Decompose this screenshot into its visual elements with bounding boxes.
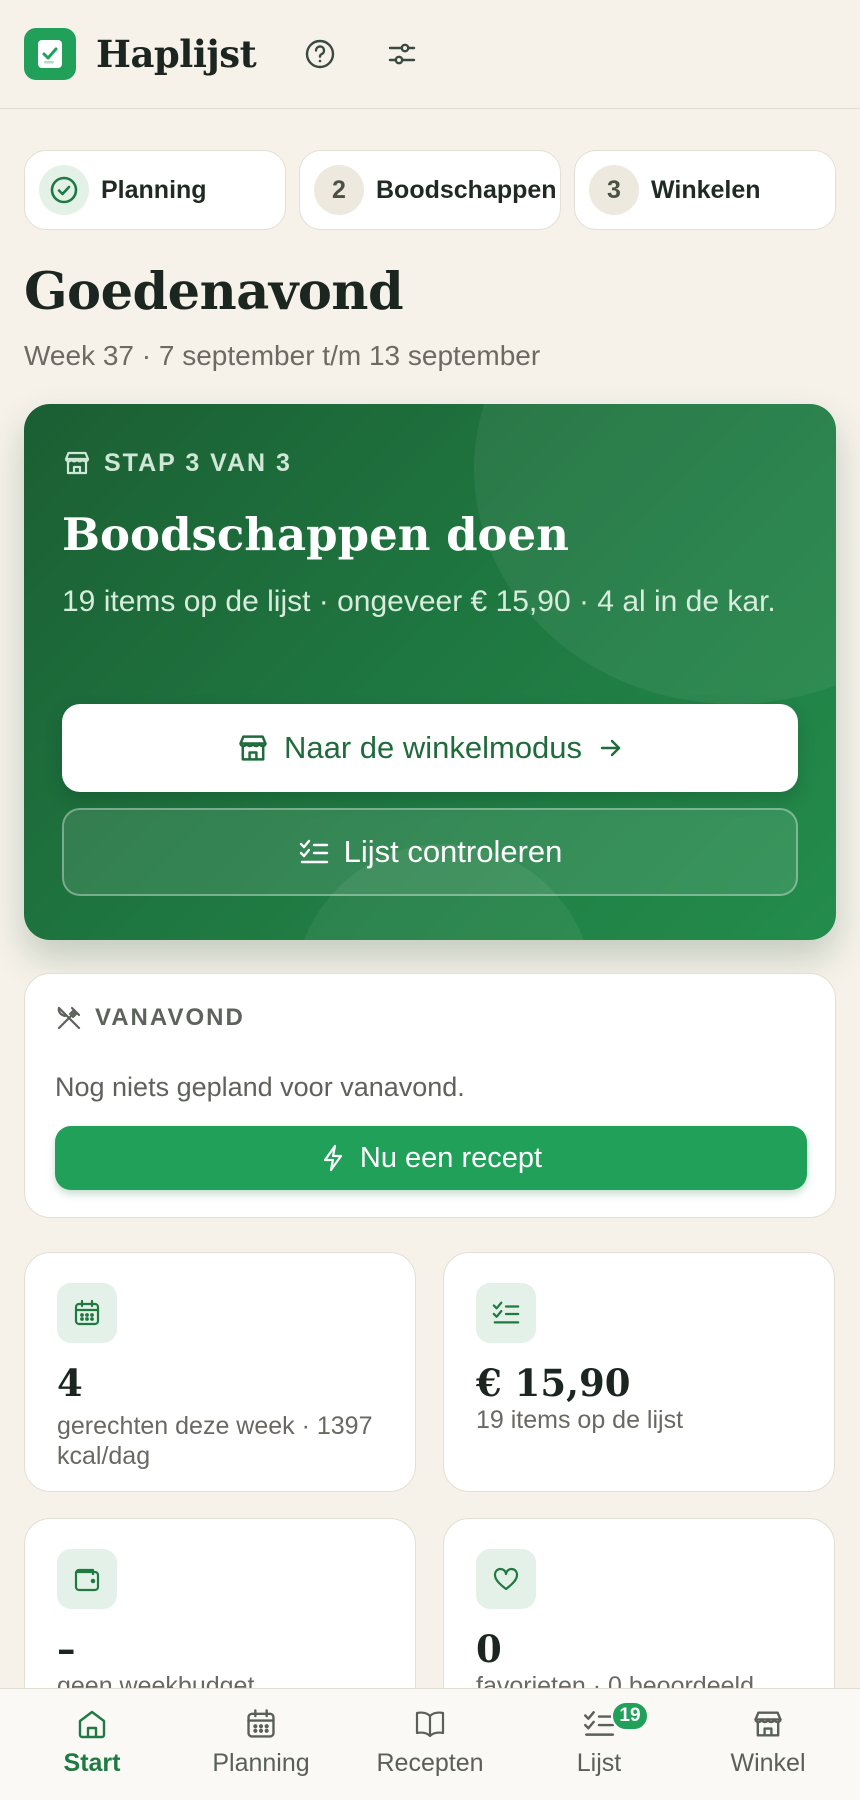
app-header: Haplijst [0, 0, 860, 109]
step-planning[interactable]: Planning [24, 150, 286, 230]
settings-icon[interactable] [382, 34, 422, 74]
shop-mode-button[interactable]: Naar de winkelmodus [62, 704, 798, 792]
hero-kicker: STAP 3 VAN 3 [62, 448, 292, 478]
store-icon [236, 731, 270, 765]
stat-card-list[interactable]: € 15,90 19 items op de lijst [443, 1252, 835, 1492]
arrow-right-icon [598, 735, 624, 761]
bottom-navigation: Start Planning Recepten 19 Lijst Winkel [0, 1688, 860, 1800]
lightning-icon [320, 1144, 346, 1172]
utensils-crossed-icon [55, 1004, 83, 1032]
hero-title: Boodschappen doen [62, 508, 569, 561]
app-logo-icon [24, 28, 76, 80]
nav-label: Lijst [576, 1749, 622, 1777]
stat-value: – [57, 1627, 76, 1671]
home-icon [75, 1707, 109, 1741]
step-label: Winkelen [651, 175, 761, 204]
nav-label: Start [63, 1749, 121, 1777]
step-label: Planning [101, 175, 207, 204]
book-icon [413, 1707, 447, 1741]
week-subtitle: Week 37 · 7 september t/m 13 september [24, 340, 541, 371]
quick-recipe-label: Nu een recept [359, 1141, 543, 1174]
check-list-button[interactable]: Lijst controleren [62, 808, 798, 896]
step-boodschappen[interactable]: 2 Boodschappen [299, 150, 561, 230]
tonight-empty-text: Nog niets gepland voor vanavond. [55, 1072, 465, 1102]
stat-value: 4 [57, 1361, 83, 1405]
checklist-icon [476, 1283, 536, 1343]
nav-label: Winkel [730, 1749, 806, 1777]
nav-label: Recepten [376, 1749, 484, 1777]
nav-start[interactable]: Start [6, 1707, 178, 1787]
greeting-heading: Goedenavond [24, 262, 404, 322]
nav-winkel[interactable]: Winkel [682, 1707, 854, 1787]
step-indicator: Planning 2 Boodschappen 3 Winkelen [24, 150, 836, 230]
calendar-icon [244, 1707, 278, 1741]
tonight-kicker: VANAVOND [55, 1004, 245, 1032]
tonight-card: VANAVOND Nog niets gepland voor vanavond… [24, 973, 836, 1218]
hero-subtitle: 19 items op de lijst · ongeveer € 15,90 … [62, 585, 776, 618]
nav-label: Planning [212, 1749, 310, 1777]
help-icon[interactable] [300, 34, 340, 74]
store-icon [62, 448, 92, 478]
nav-lijst[interactable]: 19 Lijst [513, 1701, 685, 1787]
stat-value: € 15,90 [476, 1361, 631, 1405]
list-count-badge: 19 [611, 1701, 649, 1731]
check-circle-icon [39, 165, 89, 215]
nav-recepten[interactable]: Recepten [344, 1707, 516, 1787]
shop-mode-label: Naar de winkelmodus [283, 730, 583, 765]
store-icon [751, 1707, 785, 1741]
stat-label: gerechten deze week · 1397 kcal/dag [57, 1412, 373, 1470]
stat-card-meals[interactable]: 4 gerechten deze week · 1397 kcal/dag [24, 1252, 416, 1492]
stat-value: 0 [476, 1627, 502, 1671]
step-winkelen[interactable]: 3 Winkelen [574, 150, 836, 230]
shopping-hero-card: STAP 3 VAN 3 Boodschappen doen 19 items … [24, 404, 836, 940]
heart-icon [476, 1549, 536, 1609]
stat-label: 19 items op de lijst [476, 1406, 684, 1434]
calendar-icon [57, 1283, 117, 1343]
wallet-icon [57, 1549, 117, 1609]
step-number: 3 [589, 165, 639, 215]
hero-kicker-text: STAP 3 VAN 3 [104, 448, 292, 477]
tonight-kicker-text: VANAVOND [95, 1004, 245, 1031]
quick-recipe-button[interactable]: Nu een recept [55, 1126, 807, 1190]
checklist-icon [298, 836, 330, 868]
check-list-label: Lijst controleren [343, 834, 563, 869]
nav-planning[interactable]: Planning [175, 1707, 347, 1787]
app-title: Haplijst [96, 32, 257, 76]
step-number: 2 [314, 165, 364, 215]
step-label: Boodschappen [376, 175, 557, 204]
